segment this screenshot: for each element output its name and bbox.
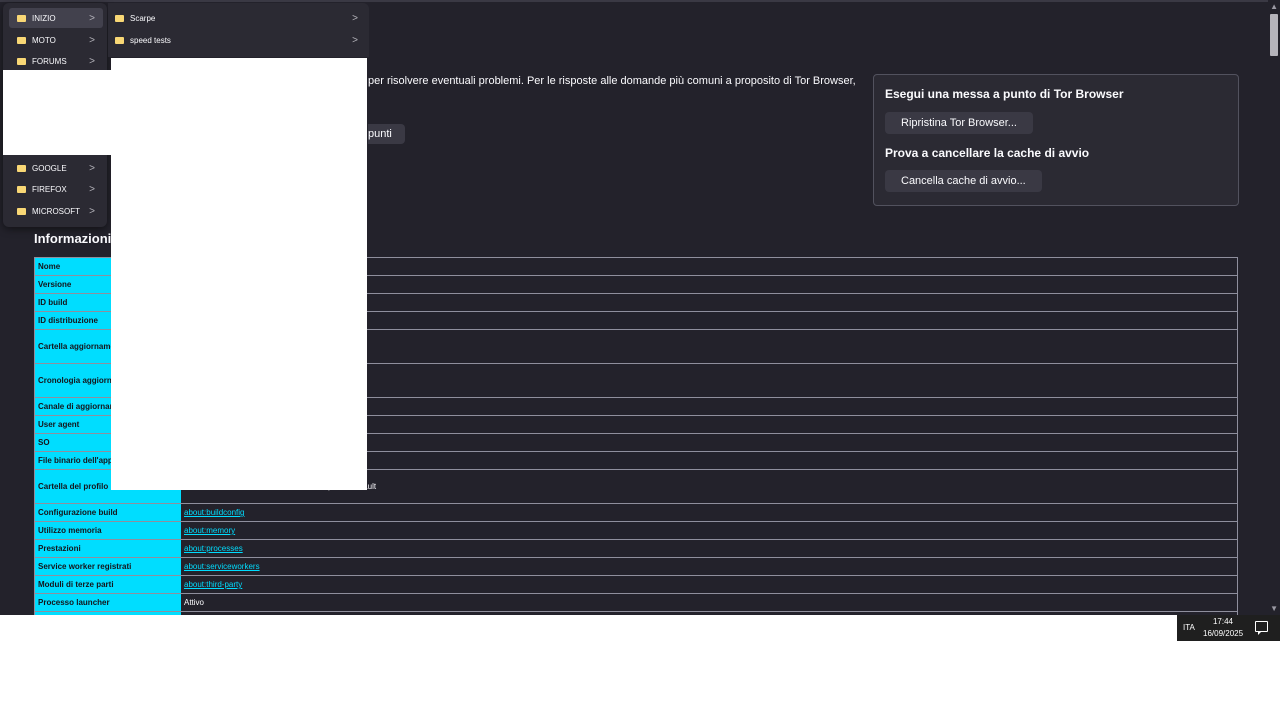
- notification-icon[interactable]: [1255, 621, 1268, 635]
- menu-item-inizio[interactable]: INIZIO >: [9, 8, 103, 28]
- folder-icon: [17, 207, 26, 215]
- chevron-right-icon: >: [352, 34, 358, 46]
- partial-button[interactable]: punti: [368, 124, 405, 144]
- table-link-cell[interactable]: about:memory: [181, 522, 1237, 539]
- table-row: Configurazione build about:buildconfig: [34, 504, 1238, 522]
- menu-item-firefox[interactable]: FIREFOX >: [9, 179, 103, 199]
- menu-item-label: MOTO: [32, 35, 56, 45]
- tune-up-title: Esegui una messa a punto di Tor Browser: [885, 87, 1124, 101]
- folder-icon: [17, 57, 26, 65]
- table-key-cell: Prestazioni: [35, 540, 181, 557]
- scroll-up-arrow-icon[interactable]: ▲: [1270, 2, 1278, 11]
- table-link-cell[interactable]: about:third-party: [181, 576, 1237, 593]
- submenu-item-scarpe[interactable]: Scarpe >: [108, 8, 366, 28]
- submenu-item-speed-tests[interactable]: speed tests >: [108, 30, 366, 50]
- clock-time[interactable]: 17:44: [1203, 617, 1243, 626]
- menu-item-label: Scarpe: [130, 13, 156, 23]
- redacted-area: [111, 58, 367, 490]
- table-row: Prestazioni about:processes: [34, 540, 1238, 558]
- table-key-cell: Configurazione build: [35, 504, 181, 521]
- folder-icon: [115, 14, 124, 22]
- table-value-cell: Attivo: [184, 598, 205, 607]
- intro-text: per risolvere eventuali problemi. Per le…: [368, 75, 856, 87]
- folder-icon: [17, 164, 26, 172]
- chevron-right-icon: >: [89, 55, 95, 67]
- scroll-down-arrow-icon[interactable]: ▼: [1270, 604, 1278, 613]
- menu-item-label: FIREFOX: [32, 184, 67, 194]
- table-key-cell: Utilizzo memoria: [35, 522, 181, 539]
- redacted-taskbar: [6, 615, 1177, 641]
- clock-date[interactable]: 16/09/2025: [1203, 629, 1243, 638]
- menu-item-moto[interactable]: MOTO >: [9, 30, 103, 50]
- browser-content: per risolvere eventuali problemi. Per le…: [0, 0, 1280, 615]
- chevron-right-icon: >: [352, 12, 358, 24]
- table-key-cell: Moduli di terze parti: [35, 576, 181, 593]
- chevron-right-icon: >: [89, 162, 95, 174]
- tune-up-box: Esegui una messa a punto di Tor Browser …: [873, 74, 1239, 206]
- menu-item-microsoft[interactable]: MICROSOFT >: [9, 201, 103, 221]
- clear-startup-cache-button[interactable]: Cancella cache di avvio...: [885, 170, 1042, 192]
- folder-icon: [17, 185, 26, 193]
- chevron-right-icon: >: [89, 34, 95, 46]
- app-info-title: Informazioni: [34, 231, 112, 246]
- table-link-cell[interactable]: about:buildconfig: [181, 504, 1237, 521]
- chevron-right-icon: >: [89, 183, 95, 195]
- reset-tor-browser-button[interactable]: Ripristina Tor Browser...: [885, 112, 1033, 134]
- clear-cache-title: Prova a cancellare la cache di avvio: [885, 146, 1090, 160]
- table-row: Moduli di terze parti about:third-party: [34, 576, 1238, 594]
- table-row: Service worker registrati about:servicewo…: [34, 558, 1238, 576]
- table-link-cell[interactable]: about:processes: [181, 540, 1237, 557]
- system-tray: ITA 17:44 16/09/2025: [1177, 615, 1280, 641]
- table-row: Processo launcher Attivo: [34, 594, 1238, 612]
- chevron-right-icon: >: [89, 205, 95, 217]
- table-key-cell: Service worker registrati: [35, 558, 181, 575]
- table-row: Utilizzo memoria about:memory: [34, 522, 1238, 540]
- bookmarks-submenu: Scarpe > speed tests >: [108, 3, 369, 57]
- menu-item-forums[interactable]: FORUMS >: [9, 51, 103, 71]
- menu-item-label: speed tests: [130, 35, 171, 45]
- menu-item-google[interactable]: GOOGLE >: [9, 158, 103, 178]
- table-key-cell: Processo launcher: [35, 594, 181, 611]
- menu-item-label: GOOGLE: [32, 163, 67, 173]
- menu-item-label: FORUMS: [32, 56, 67, 66]
- menu-item-label: MICROSOFT: [32, 206, 80, 216]
- scroll-thumb[interactable]: [1270, 14, 1278, 56]
- language-indicator[interactable]: ITA: [1183, 623, 1195, 632]
- redacted-area: [3, 70, 111, 155]
- table-link-cell[interactable]: about:serviceworkers: [181, 558, 1237, 575]
- folder-icon: [17, 36, 26, 44]
- chevron-right-icon: >: [89, 12, 95, 24]
- page-scrollbar[interactable]: ▲ ▼: [1268, 0, 1280, 615]
- menu-item-label: INIZIO: [32, 13, 56, 23]
- folder-icon: [115, 36, 124, 44]
- folder-icon: [17, 14, 26, 22]
- window-top-border: [0, 0, 1280, 2]
